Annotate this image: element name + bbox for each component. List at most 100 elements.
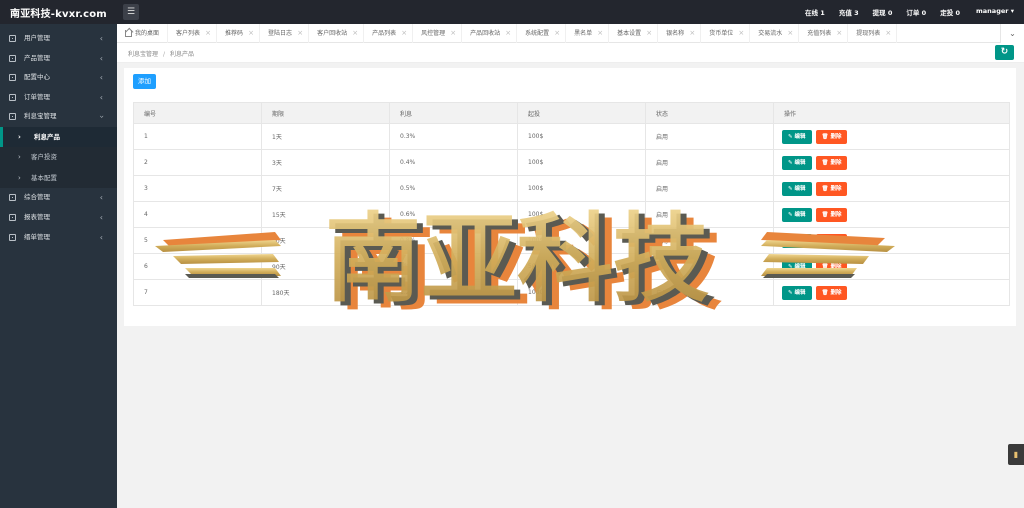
delete-button[interactable]: 🗑 删除 (815, 207, 848, 222)
grid-icon (9, 194, 16, 202)
cell-term: 7天 (261, 175, 390, 202)
delete-button[interactable]: 🗑 删除 (815, 181, 848, 196)
close-icon[interactable]: × (297, 24, 303, 43)
sidebar-item-misc[interactable]: 缙单管理 ‹ (0, 228, 117, 248)
cell-min-invest: 100$ (517, 149, 646, 176)
chevron-left-icon: ‹ (99, 53, 103, 63)
column-header-status: 状态 (645, 102, 774, 124)
tab-item[interactable]: 登陆日志 × (260, 24, 310, 43)
cell-status: 启用 (645, 227, 774, 254)
close-icon[interactable]: × (248, 24, 254, 43)
close-icon[interactable]: × (205, 24, 211, 43)
tab-label: 登陆日志 (268, 30, 293, 37)
edit-button[interactable]: ✎ 编辑 (782, 155, 812, 170)
sidebar-item-products[interactable]: 产品管理 ‹ (0, 49, 117, 69)
delete-button[interactable]: 🗑 删除 (815, 259, 848, 274)
close-icon[interactable]: × (505, 24, 511, 43)
tab-item[interactable]: 客户回收站 × (309, 24, 365, 43)
tab-item[interactable]: 提现列表 × (848, 24, 898, 43)
header-stats: 在线 1 充值 3 提现 0 订单 0 定投 0 manager ▾ (791, 7, 1014, 17)
edit-button[interactable]: ✎ 编辑 (782, 233, 812, 248)
cell-actions: ✎ 编辑 🗑 删除 (773, 253, 1010, 280)
delete-label: 删除 (830, 237, 842, 244)
edit-label: 编辑 (794, 289, 806, 296)
delete-button[interactable]: 🗑 删除 (815, 233, 848, 248)
menu-toggle-icon[interactable]: ☰ (123, 4, 139, 20)
stat-fixed-invest[interactable]: 定投 0 (940, 7, 960, 17)
tab-label: 货币单位 (709, 30, 734, 37)
cell-actions: ✎ 编辑 🗑 删除 (773, 123, 1010, 150)
close-icon[interactable]: × (554, 24, 560, 43)
tab-item[interactable]: 客户列表 × (168, 24, 218, 43)
cell-min-invest: 1000$ (517, 279, 646, 306)
tab-item[interactable]: 黑名单 × (566, 24, 610, 43)
delete-button[interactable]: 🗑 删除 (815, 285, 848, 300)
tab-item[interactable]: 银名称 × (658, 24, 702, 43)
sidebar-subitem-interest-products[interactable]: › 利息产品 (0, 126, 117, 148)
tab-bar: 我的桌面 客户列表 × 推荐码 × 登陆日志 × 客户回收站 × 产品列表 × 风控管理 × 产品回收站 ×… (117, 24, 1024, 43)
user-menu[interactable]: manager ▾ (976, 7, 1014, 17)
tab-label: 提现列表 (856, 30, 881, 37)
delete-label: 删除 (830, 289, 842, 296)
close-icon[interactable]: × (646, 24, 652, 43)
sidebar-item-users[interactable]: 用户管理 ‹ (0, 29, 117, 49)
tab-item[interactable]: 充值列表 × (799, 24, 849, 43)
side-panel-handle[interactable]: ▮ (1008, 444, 1024, 465)
stat-recharge[interactable]: 充值 3 (839, 7, 859, 17)
close-icon[interactable]: × (401, 24, 407, 43)
sidebar-subitem-basic-config[interactable]: › 基本配置 (0, 167, 117, 189)
grid-icon (9, 233, 16, 241)
close-icon[interactable]: × (352, 24, 358, 43)
stat-withdraw[interactable]: 提现 0 (873, 7, 893, 17)
refresh-button[interactable]: ↻ (995, 45, 1014, 60)
tab-item[interactable]: 货币单位 × (701, 24, 751, 43)
sidebar-subitem-investments[interactable]: › 客户投资 (0, 147, 117, 168)
sidebar-item-reports[interactable]: 报表管理 ‹ (0, 208, 117, 228)
close-icon[interactable]: × (885, 24, 891, 43)
edit-button[interactable]: ✎ 编辑 (782, 285, 812, 300)
delete-button[interactable]: 🗑 删除 (815, 155, 848, 170)
table-row: 3 7天 0.5% 100$ 启用 ✎ 编辑 🗑 删除 (133, 175, 1010, 202)
delete-button[interactable]: 🗑 删除 (815, 129, 848, 144)
stat-online[interactable]: 在线 1 (805, 7, 825, 17)
table-row: 2 3天 0.4% 100$ 启用 ✎ 编辑 🗑 删除 (133, 149, 1010, 176)
tab-item[interactable]: 推荐码 × (217, 24, 261, 43)
delete-label: 删除 (830, 211, 842, 218)
sidebar-item-label: 配置中心 (24, 73, 50, 82)
tab-item[interactable]: 产品列表 × (364, 24, 414, 43)
edit-button[interactable]: ✎ 编辑 (782, 129, 812, 144)
breadcrumb-parent[interactable]: 利息宝管理 (128, 51, 158, 58)
sidebar-subitem-label: 利息产品 (34, 132, 60, 141)
sidebar-item-interest[interactable]: 利息宝管理 ‹ (0, 107, 117, 127)
cell-min-invest: 100$ (517, 227, 646, 254)
edit-button[interactable]: ✎ 编辑 (782, 259, 812, 274)
sidebar-item-config[interactable]: 配置中心 ‹ (0, 68, 117, 88)
sidebar-item-general[interactable]: 综合管理 ‹ (0, 188, 117, 208)
tab-label: 我的桌面 (135, 30, 160, 37)
close-icon[interactable]: × (738, 24, 744, 43)
add-button[interactable]: 添加 (133, 74, 156, 89)
chevron-right-icon: › (18, 132, 21, 141)
close-icon[interactable]: × (787, 24, 793, 43)
grid-icon (9, 93, 16, 101)
delete-label: 删除 (830, 185, 842, 192)
tab-item[interactable]: 产品回收站 × (462, 24, 518, 43)
edit-button[interactable]: ✎ 编辑 (782, 181, 812, 196)
cell-id: 3 (133, 175, 262, 202)
tab-item[interactable]: 交易流水 × (750, 24, 800, 43)
stat-orders[interactable]: 订单 0 (906, 7, 926, 17)
close-icon[interactable]: × (450, 24, 456, 43)
close-icon[interactable]: × (689, 24, 695, 43)
close-icon[interactable]: × (597, 24, 603, 43)
sidebar-item-orders[interactable]: 订单管理 ‹ (0, 88, 117, 108)
tab-home[interactable]: 我的桌面 (117, 24, 169, 43)
chevron-down-icon[interactable]: ⌄ (1000, 24, 1024, 43)
table-header-row: 编号 期限 利息 起投 状态 操作 (133, 102, 1010, 124)
close-icon[interactable]: × (836, 24, 842, 43)
content-card: 添加 编号 期限 利息 起投 状态 操作 1 1天 0.3% 100$ 启用 ✎ 编辑 🗑 … (124, 68, 1016, 326)
chevron-left-icon: ‹ (99, 232, 103, 242)
tab-item[interactable]: 系统配置 × (517, 24, 567, 43)
tab-item[interactable]: 基本设置 × (609, 24, 659, 43)
tab-item[interactable]: 风控管理 × (413, 24, 463, 43)
edit-button[interactable]: ✎ 编辑 (782, 207, 812, 222)
